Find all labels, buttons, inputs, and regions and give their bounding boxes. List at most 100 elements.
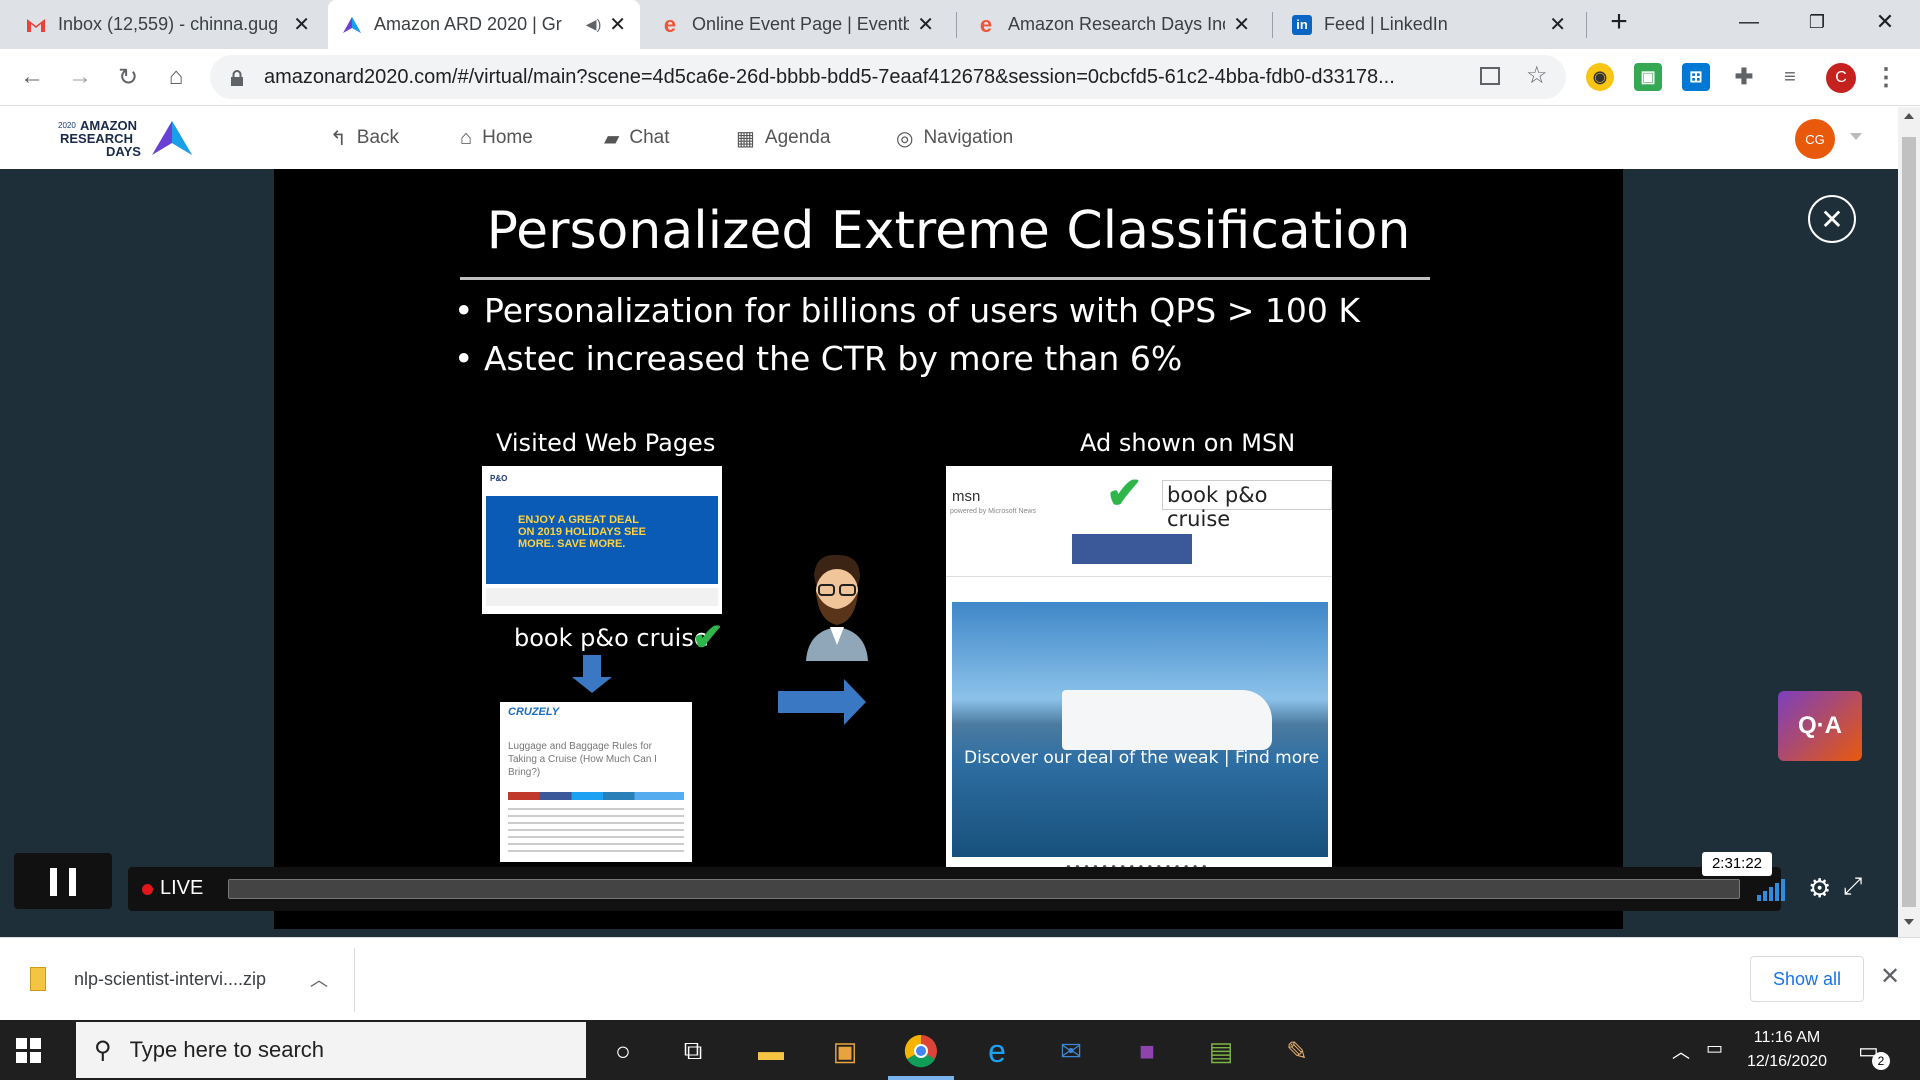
amazon-ard-icon xyxy=(342,15,362,35)
extension-glasses-icon[interactable]: ◉ xyxy=(1586,63,1614,91)
tab-linkedin[interactable]: in Feed | LinkedIn ✕ xyxy=(1278,0,1580,49)
eventbrite-icon: e xyxy=(979,11,993,37)
nav-home[interactable]: ⌂ Home xyxy=(460,121,533,155)
nav-label: Navigation xyxy=(923,127,1014,148)
arrow-down-icon xyxy=(572,655,612,693)
chevron-up-icon[interactable]: ︿ xyxy=(1672,1038,1690,1064)
forward-arrow-icon[interactable]: → xyxy=(60,57,100,97)
address-bar[interactable]: amazonard2020.com/#/virtual/main?scene=4… xyxy=(210,55,1566,99)
scroll-down-icon[interactable] xyxy=(1904,919,1914,925)
tab-eventbrite-2[interactable]: e Amazon Research Days Ind ✕ xyxy=(962,0,1264,49)
tab-amazon-ard[interactable]: Amazon ARD 2020 | Gr ◀) ✕ xyxy=(328,0,640,49)
tab-eventbrite-1[interactable]: e Online Event Page | Eventbr ✕ xyxy=(646,0,948,49)
chevron-up-icon[interactable]: ︿ xyxy=(310,966,328,992)
windows-start-icon[interactable] xyxy=(16,1038,42,1064)
spreadsheet-icon[interactable]: ▤ xyxy=(1202,1032,1240,1070)
compass-icon: ◎ xyxy=(896,127,914,150)
nav-navigation[interactable]: ◎ Navigation xyxy=(896,121,1013,155)
chrome-icon[interactable] xyxy=(902,1032,940,1070)
media-control-icon[interactable]: ≡ xyxy=(1776,63,1804,91)
search-placeholder: Type here to search xyxy=(129,1037,325,1062)
calendar-icon: ▦ xyxy=(736,127,755,150)
close-tab-icon[interactable]: ✕ xyxy=(609,12,626,37)
tab-gmail[interactable]: Inbox (12,559) - chinna.gug ✕ xyxy=(12,0,324,49)
back-icon: ↰ xyxy=(330,127,347,150)
file-explorer-icon[interactable]: ▬ xyxy=(752,1032,790,1070)
amazon-research-days-logo[interactable]: 2020 AMAZON RESEARCH DAYS xyxy=(58,115,198,161)
zip-file-icon xyxy=(30,967,46,991)
msn-logo: msn xyxy=(952,488,981,505)
download-item[interactable]: nlp-scientist-intervi....zip xyxy=(30,962,266,996)
fullscreen-icon[interactable]: ⤢ xyxy=(1843,873,1862,901)
close-tab-icon[interactable]: ✕ xyxy=(1233,12,1250,37)
reload-icon[interactable]: ↻ xyxy=(108,57,148,97)
signal-strength-icon xyxy=(1757,879,1791,901)
minimize-icon[interactable]: — xyxy=(1718,0,1780,44)
restore-icon[interactable]: ❐ xyxy=(1786,0,1848,44)
close-tab-icon[interactable]: ✕ xyxy=(293,12,310,37)
taskbar-clock[interactable]: 11:16 AM 12/16/2020 xyxy=(1732,1026,1842,1074)
close-tab-icon[interactable]: ✕ xyxy=(1549,12,1566,37)
back-arrow-icon[interactable]: ← xyxy=(12,57,52,97)
qa-button[interactable]: Q·A xyxy=(1778,691,1862,761)
checkmark-icon: ✔ xyxy=(692,617,724,659)
video-frame[interactable]: Personalized Extreme Classification • Pe… xyxy=(274,169,1623,929)
settings-gear-icon[interactable]: ⚙ xyxy=(1808,873,1831,904)
task-view-icon[interactable]: ⧉ xyxy=(674,1032,712,1070)
edge-icon[interactable]: e xyxy=(978,1032,1016,1070)
checkmark-icon: ✔ xyxy=(1106,469,1143,518)
home-icon[interactable]: ⌂ xyxy=(156,57,196,97)
profile-avatar[interactable]: C xyxy=(1826,63,1856,93)
brand-year: 2020 xyxy=(58,121,76,130)
chevron-down-icon[interactable] xyxy=(1850,133,1862,140)
po-logo: P&O xyxy=(490,474,508,483)
tab-separator xyxy=(1586,12,1587,38)
nav-back[interactable]: ↰ Back xyxy=(330,121,399,155)
close-downloads-icon[interactable]: ✕ xyxy=(1880,962,1900,991)
bullet-text: Astec increased the CTR by more than 6% xyxy=(483,339,1183,378)
user-avatar[interactable]: CG xyxy=(1795,119,1835,159)
site-header: 2020 AMAZON RESEARCH DAYS ↰ Back ⌂ Home … xyxy=(0,107,1898,169)
scrollbar-thumb[interactable] xyxy=(1902,137,1916,907)
cruzely-screenshot: CRUZELY Luggage and Baggage Rules for Ta… xyxy=(500,702,692,862)
msn-subtitle: powered by Microsoft News xyxy=(950,508,1036,515)
slide-bullet-2: • Astec increased the CTR by more than 6… xyxy=(454,339,1183,378)
extension-lock-icon[interactable]: ▣ xyxy=(1634,63,1662,91)
cruzely-headline: Luggage and Baggage Rules for Taking a C… xyxy=(508,741,657,778)
progress-bar[interactable] xyxy=(228,879,1740,899)
battery-icon[interactable]: ▭ xyxy=(1706,1038,1723,1059)
pause-button[interactable] xyxy=(14,853,112,909)
nav-agenda[interactable]: ▦ Agenda xyxy=(736,121,830,155)
close-video-button[interactable]: ✕ xyxy=(1808,195,1856,243)
po-cruises-screenshot: P&O ENJOY A GREAT DEAL ON 2019 HOLIDAYS … xyxy=(482,466,722,614)
search-icon: ⚲ xyxy=(94,1036,112,1064)
po-search-bar xyxy=(486,588,718,606)
store-icon[interactable]: ▣ xyxy=(826,1032,864,1070)
slide-divider xyxy=(460,277,1430,280)
tab-title: Inbox (12,559) - chinna.gug xyxy=(58,14,279,34)
new-tab-icon[interactable]: + xyxy=(1588,0,1650,44)
blocked-popup-icon[interactable] xyxy=(1480,67,1500,85)
window-close-icon[interactable]: ✕ xyxy=(1854,0,1916,44)
mail-icon[interactable]: ✉ xyxy=(1052,1032,1090,1070)
close-tab-icon[interactable]: ✕ xyxy=(917,12,934,37)
pause-icon xyxy=(50,868,57,896)
show-all-button[interactable]: Show all xyxy=(1750,956,1864,1002)
vpn-lock-icon[interactable]: ■ xyxy=(1128,1032,1166,1070)
scroll-up-icon[interactable] xyxy=(1904,113,1914,119)
paint-icon[interactable]: ✎ xyxy=(1278,1032,1316,1070)
article-text-lines xyxy=(508,808,684,852)
nav-chat[interactable]: ▰ Chat xyxy=(604,121,670,155)
extensions-puzzle-icon[interactable]: ✚ xyxy=(1730,63,1758,91)
extension-windows-icon[interactable]: ⊞ xyxy=(1682,63,1710,91)
downloads-bar: nlp-scientist-intervi....zip ︿ Show all … xyxy=(0,937,1920,1020)
browser-toolbar: ← → ↻ ⌂ amazonard2020.com/#/virtual/main… xyxy=(0,49,1920,106)
cortana-icon[interactable]: ○ xyxy=(604,1032,642,1070)
linkedin-icon: in xyxy=(1292,14,1312,35)
page-scrollbar[interactable] xyxy=(1898,107,1920,937)
menu-kebab-icon[interactable]: ⋮ xyxy=(1872,63,1900,91)
bookmark-star-icon[interactable]: ☆ xyxy=(1526,61,1548,90)
tab-separator xyxy=(956,12,957,38)
taskbar-search[interactable]: ⚲ Type here to search xyxy=(76,1022,586,1078)
audio-icon[interactable]: ◀) xyxy=(586,16,601,33)
